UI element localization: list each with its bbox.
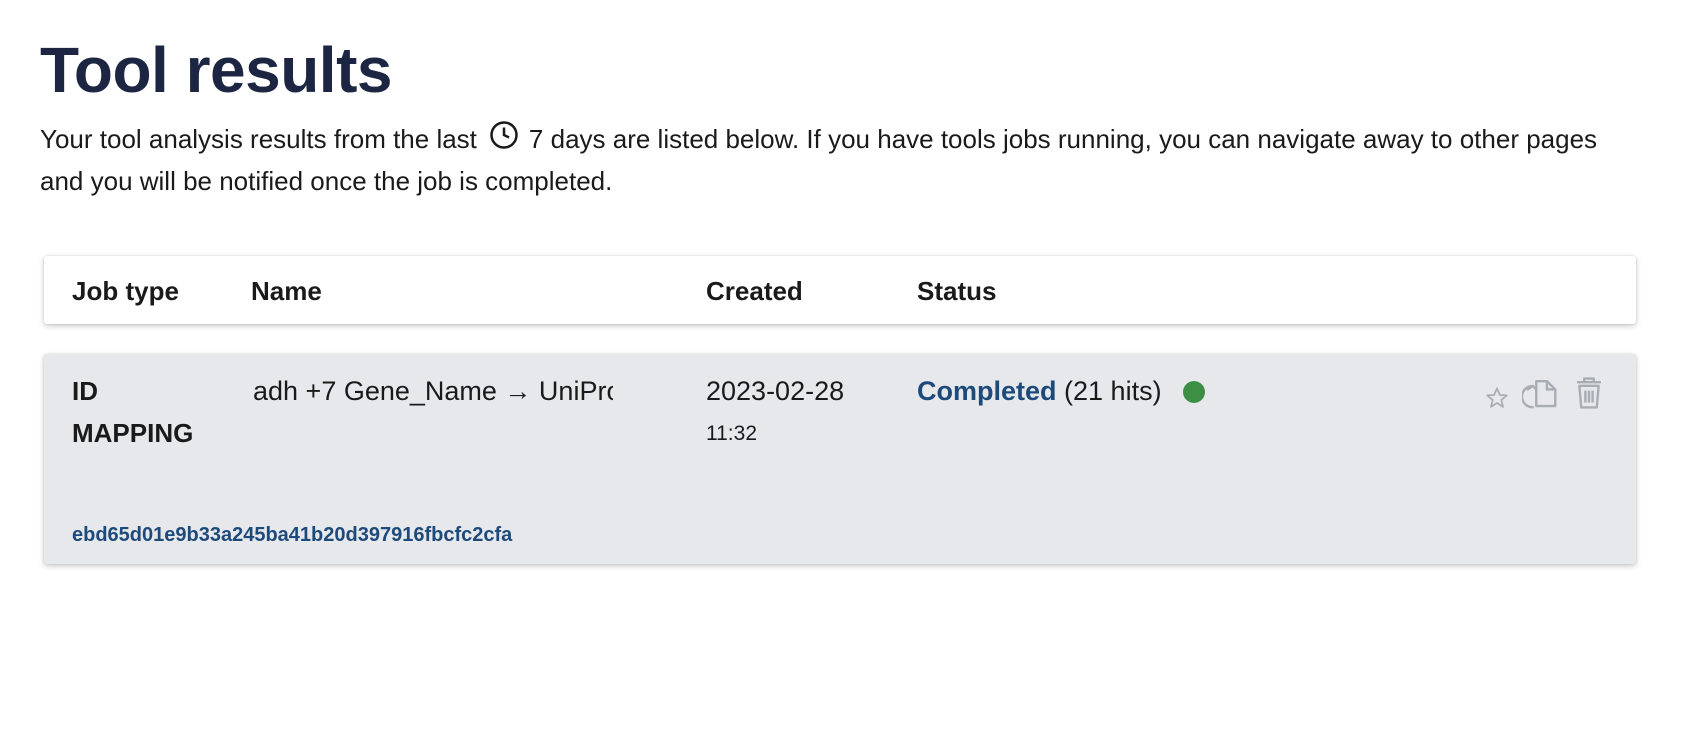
clock-icon [490,121,518,149]
intro-text: Your tool analysis results from the last… [40,118,1640,202]
delete-button[interactable] [1572,375,1606,411]
results-table-header: Job type Name Created Status [44,256,1636,324]
star-icon [1486,387,1508,408]
status-hits: (21 hits) [1064,376,1162,406]
job-row[interactable]: ID MAPPING adh +7 Gene_Name → UniProtKB … [44,354,1636,564]
status-completed-link[interactable]: Completed [917,376,1057,406]
resubmit-icon [1522,379,1557,409]
created-date: 2023-02-28 [706,376,845,406]
tool-results-page: Tool results Your tool analysis results … [0,0,1688,748]
status-indicator-icon [1183,381,1206,403]
job-name: adh +7 Gene_Name → UniProtKB [253,376,613,406]
star-button[interactable] [1484,385,1510,411]
header-job-type: Job type [72,276,179,306]
job-id-link[interactable]: ebd65d01e9b33a245ba41b20d397916fbcfc2cfa [72,522,512,548]
header-name: Name [251,276,322,306]
page-title: Tool results [40,34,392,106]
resubmit-button[interactable] [1522,374,1560,412]
intro-text-start: Your tool analysis results from the last [40,124,477,154]
header-created: Created [706,276,803,306]
created-time: 11:32 [706,422,757,445]
row-actions [1484,374,1606,412]
trash-icon [1577,377,1601,409]
job-status: Completed (21 hits) [917,370,1206,412]
job-type: ID MAPPING [72,376,194,448]
header-status: Status [917,276,997,306]
